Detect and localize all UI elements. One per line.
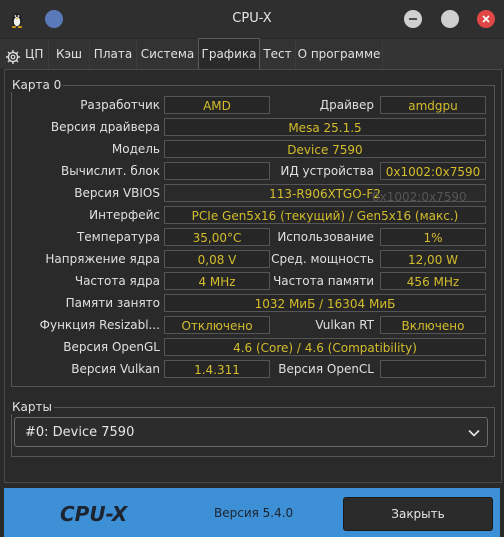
driver-label: Драйвер xyxy=(319,98,374,112)
cards-group-title: Карты xyxy=(10,400,54,414)
vulkan-rt-value: Включено xyxy=(380,316,486,334)
card-selector-dropdown[interactable]: #0: Device 7590 xyxy=(14,417,488,447)
version-label: Версия 5.4.0 xyxy=(214,506,294,520)
tab-cpu[interactable]: ЦП xyxy=(0,39,49,69)
ghost-device-id-text: 0x1002:0x7590 xyxy=(372,190,467,204)
vulkan-value: 1.4.311 xyxy=(164,360,270,378)
vulkan-label: Версия Vulkan xyxy=(71,362,160,376)
device-id-label: ИД устройства xyxy=(280,164,374,178)
driver-version-label: Версия драйвера xyxy=(50,120,160,134)
vendor-value: AMD xyxy=(164,96,270,114)
tab-system[interactable]: Система xyxy=(137,39,199,69)
resizable-bar-label: Функция Resizabl... xyxy=(39,318,160,332)
vendor-label: Разработчик xyxy=(80,98,160,112)
model-label: Модель xyxy=(111,142,160,156)
core-freq-value: 4 MHz xyxy=(164,272,270,290)
footer-bar: CPU-X Версия 5.4.0 Закрыть xyxy=(4,488,500,537)
core-voltage-value: 0,08 V xyxy=(164,250,270,268)
mem-used-label: Памяти занято xyxy=(65,296,160,310)
opengl-value: 4.6 (Core) / 4.6 (Compatibility) xyxy=(164,338,486,356)
tab-motherboard[interactable]: Плата xyxy=(90,39,137,69)
tab-cache[interactable]: Кэш xyxy=(49,39,90,69)
tab-label: ЦП xyxy=(25,47,44,61)
model-value: Device 7590 xyxy=(164,140,486,158)
tab-graphics[interactable]: Графика xyxy=(198,38,260,70)
mem-freq-label: Частота памяти xyxy=(273,274,374,288)
tab-label: Тест xyxy=(263,47,292,61)
tab-label: Кэш xyxy=(55,47,83,61)
core-freq-label: Частота ядра xyxy=(74,274,160,288)
opengl-label: Версия OpenGL xyxy=(63,340,160,354)
title-bar: CPU-X xyxy=(0,0,504,38)
interface-value: PCIe Gen5x16 (текущий) / Gen5x16 (макс.) xyxy=(164,206,486,224)
tab-about[interactable]: О программе xyxy=(296,39,383,69)
window-title: CPU-X xyxy=(232,11,272,26)
tab-bar: ЦП Кэш Плата Система Графика Тест О прог… xyxy=(0,38,504,70)
opencl-label: Версия OpenCL xyxy=(278,362,374,376)
mem-used-value: 1032 МиБ / 16304 МиБ xyxy=(164,294,486,312)
tab-label: Система xyxy=(140,47,195,61)
chevron-down-icon xyxy=(467,426,481,440)
avg-power-value: 12,00 W xyxy=(380,250,486,268)
usage-label: Использование xyxy=(277,230,374,244)
compute-unit-value xyxy=(164,162,270,180)
resizable-bar-value: Отключено xyxy=(164,316,270,334)
driver-value: amdgpu xyxy=(380,96,486,114)
interface-label: Интерфейс xyxy=(89,208,160,222)
close-button[interactable]: Закрыть xyxy=(343,497,493,531)
compute-unit-label: Вычислит. блок xyxy=(61,164,160,178)
usage-value: 1% xyxy=(380,228,486,246)
tab-label: Плата xyxy=(93,47,133,61)
mem-freq-value: 456 MHz xyxy=(380,272,486,290)
card-selector-value: #0: Device 7590 xyxy=(25,425,135,440)
avg-power-label: Сред. мощность xyxy=(271,252,374,266)
vbios-label: Версия VBIOS xyxy=(74,186,160,200)
brand-label: CPU-X xyxy=(60,502,128,526)
tab-bench[interactable]: Тест xyxy=(260,39,296,69)
tab-label: Графика xyxy=(201,47,257,61)
temperature-label: Температура xyxy=(76,230,160,244)
core-voltage-label: Напряжение ядра xyxy=(45,252,160,266)
opencl-value xyxy=(380,360,486,378)
vulkan-rt-label: Vulkan RT xyxy=(315,318,374,332)
temperature-value: 35,00°C xyxy=(164,228,270,246)
maximize-button[interactable] xyxy=(441,10,459,28)
close-window-button[interactable] xyxy=(477,10,495,28)
minimize-button[interactable] xyxy=(404,10,422,28)
tab-label: О программе xyxy=(297,47,381,61)
device-id-value: 0x1002:0x7590 xyxy=(380,162,486,180)
card-group-title: Карта 0 xyxy=(10,78,64,92)
gear-icon xyxy=(5,46,21,64)
driver-version-value: Mesa 25.1.5 xyxy=(164,118,486,136)
